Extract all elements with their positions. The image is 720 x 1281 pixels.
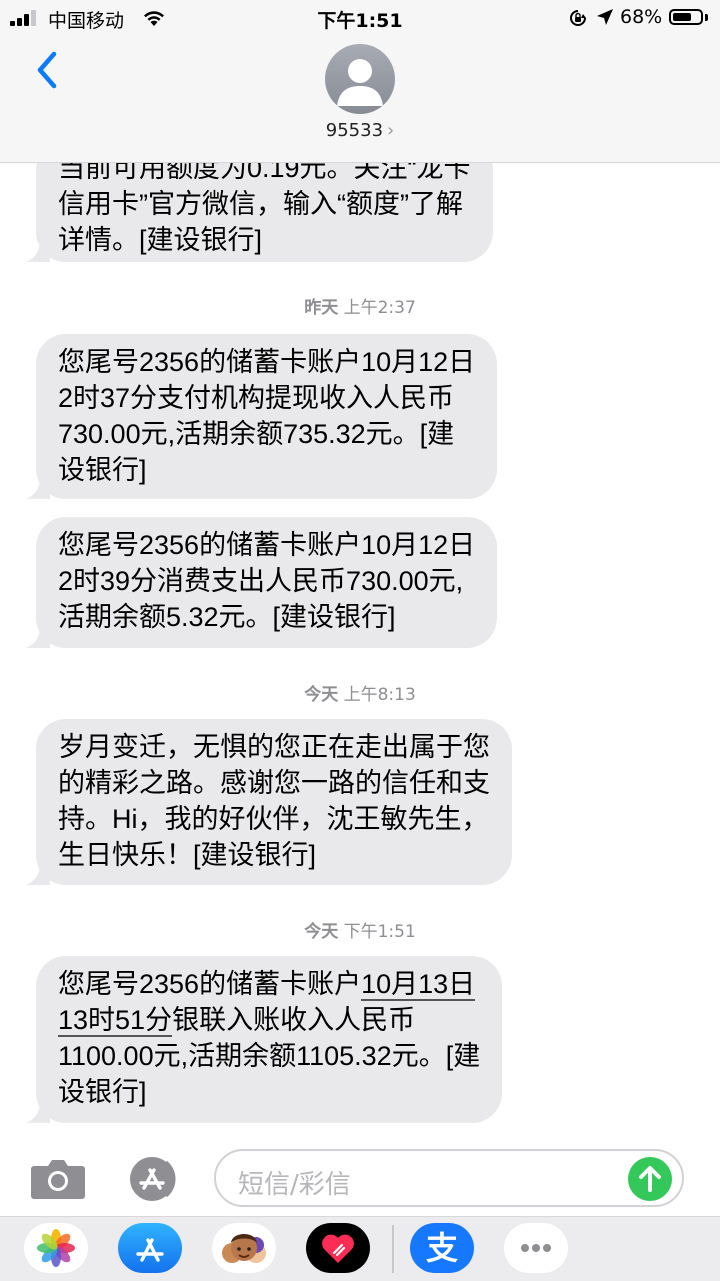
contact-name-button[interactable]: 95533 › <box>0 120 720 141</box>
send-button[interactable] <box>628 1157 672 1201</box>
timestamp-day: 昨天 <box>304 298 339 318</box>
location-arrow-icon <box>597 9 613 25</box>
memoji-app-button[interactable] <box>212 1223 276 1273</box>
battery-percent: 68% <box>620 6 663 28</box>
message-line: 您尾号2356的储蓄卡账户10月12日 <box>58 530 476 560</box>
message-bubble[interactable]: 您尾号2356的储蓄卡账户10月12日 2时37分支付机构提现收入人民币 730… <box>26 334 498 499</box>
message-line: 岁月变迁，无惧的您正在走出属于您 <box>58 732 490 762</box>
time-link[interactable]: 13时51分 <box>58 1005 173 1037</box>
battery-level <box>673 13 691 21</box>
chevron-left-icon[interactable] <box>32 50 62 90</box>
alipay-app-button[interactable]: 支 <box>410 1223 474 1273</box>
photos-icon <box>37 1229 75 1267</box>
more-apps-button[interactable] <box>504 1223 568 1273</box>
app-store-app-button[interactable] <box>118 1223 182 1273</box>
message-text: 您尾号2356的储蓄卡账户 <box>58 969 362 999</box>
camera-icon[interactable] <box>30 1156 86 1200</box>
memoji-icon <box>222 1234 266 1263</box>
message-line: 生日快乐！[建设银行] <box>58 840 317 870</box>
drawer-divider <box>392 1225 394 1273</box>
message-bubble[interactable]: 您尾号2356的储蓄卡账户10月13日 13时51分银联入账收入人民币 1100… <box>26 956 503 1123</box>
message-line: 2时37分支付机构提现收入人民币 <box>58 383 455 413</box>
message-text: 银联入账收入人民币 <box>172 1005 416 1035</box>
message-line: 设银行] <box>58 455 147 485</box>
message-line: 1100.00元,活期余额1105.32元。[建 <box>58 1041 481 1071</box>
message-thread[interactable]: 当前可用额度为0.19元。关注“龙卡 信用卡”官方微信，输入“额度”了解 详情。… <box>0 0 720 1140</box>
message-line: 设银行] <box>58 1077 147 1107</box>
timestamp-time: 上午8:13 <box>343 685 416 705</box>
date-link[interactable]: 10月13日 <box>361 969 476 1001</box>
status-bar: 中国移动 下午1:51 68% <box>0 0 720 36</box>
rotation-lock-icon <box>570 10 586 26</box>
timestamp: 今天 下午1:51 <box>0 917 720 942</box>
app-store-icon[interactable] <box>122 1156 182 1202</box>
bubble-tail <box>26 1101 50 1123</box>
chevron-right-icon: › <box>387 120 395 141</box>
photos-app-button[interactable] <box>24 1223 88 1273</box>
alipay-icon: 支 <box>425 1229 458 1267</box>
message-line: 活期余额5.32元。[建设银行] <box>58 602 396 632</box>
bubble-tail <box>26 863 50 885</box>
message-line: 您尾号2356的储蓄卡账户10月12日 <box>58 347 476 377</box>
message-line: 信用卡”官方微信，输入“额度”了解 <box>58 189 463 219</box>
message-line: 2时39分消费支出人民币730.00元, <box>58 566 464 596</box>
timestamp-time: 下午1:51 <box>343 922 416 942</box>
app-store-icon <box>136 1238 164 1262</box>
contact-avatar[interactable] <box>325 44 395 114</box>
conversation-header: 95533 › <box>0 36 720 163</box>
timestamp: 昨天 上午2:37 <box>0 293 720 318</box>
digital-touch-app-button[interactable] <box>306 1223 370 1273</box>
timestamp-time: 上午2:37 <box>343 298 416 318</box>
message-line: 持。Hi，我的好伙伴，沈王敏先生， <box>58 804 489 834</box>
arrow-up-icon <box>639 1166 661 1192</box>
bubble-tail <box>26 477 50 499</box>
input-placeholder: 短信/彩信 <box>238 1170 351 1200</box>
message-line: 的精彩之路。感谢您一路的信任和支 <box>58 768 490 798</box>
battery-icon <box>669 9 703 25</box>
person-silhouette-icon <box>337 59 383 106</box>
timestamp-day: 今天 <box>304 685 339 705</box>
message-line: 您尾号2356的储蓄卡账户10月13日 <box>58 966 480 1002</box>
bubble-tail <box>26 626 50 648</box>
message-line: 详情。[建设银行] <box>58 225 263 255</box>
message-bubble[interactable]: 岁月变迁，无惧的您正在走出属于您 的精彩之路。感谢您一路的信任和支 持。Hi，我… <box>26 719 512 885</box>
digital-touch-icon <box>322 1234 354 1263</box>
message-line: 730.00元,活期余额735.32元。[建 <box>58 419 455 449</box>
more-icon <box>521 1244 551 1252</box>
timestamp-day: 今天 <box>304 922 339 942</box>
battery-tip <box>705 14 708 21</box>
contact-name: 95533 <box>325 120 384 141</box>
message-bubble[interactable]: 您尾号2356的储蓄卡账户10月12日 2时39分消费支出人民币730.00元,… <box>26 517 498 648</box>
composer-bar: 短信/彩信 <box>0 1140 720 1216</box>
bubble-tail <box>26 240 50 262</box>
message-line: 13时51分银联入账收入人民币 <box>58 1002 480 1038</box>
timestamp: 今天 上午8:13 <box>0 680 720 705</box>
message-input[interactable]: 短信/彩信 <box>214 1149 684 1207</box>
app-drawer: 支 <box>0 1216 720 1281</box>
